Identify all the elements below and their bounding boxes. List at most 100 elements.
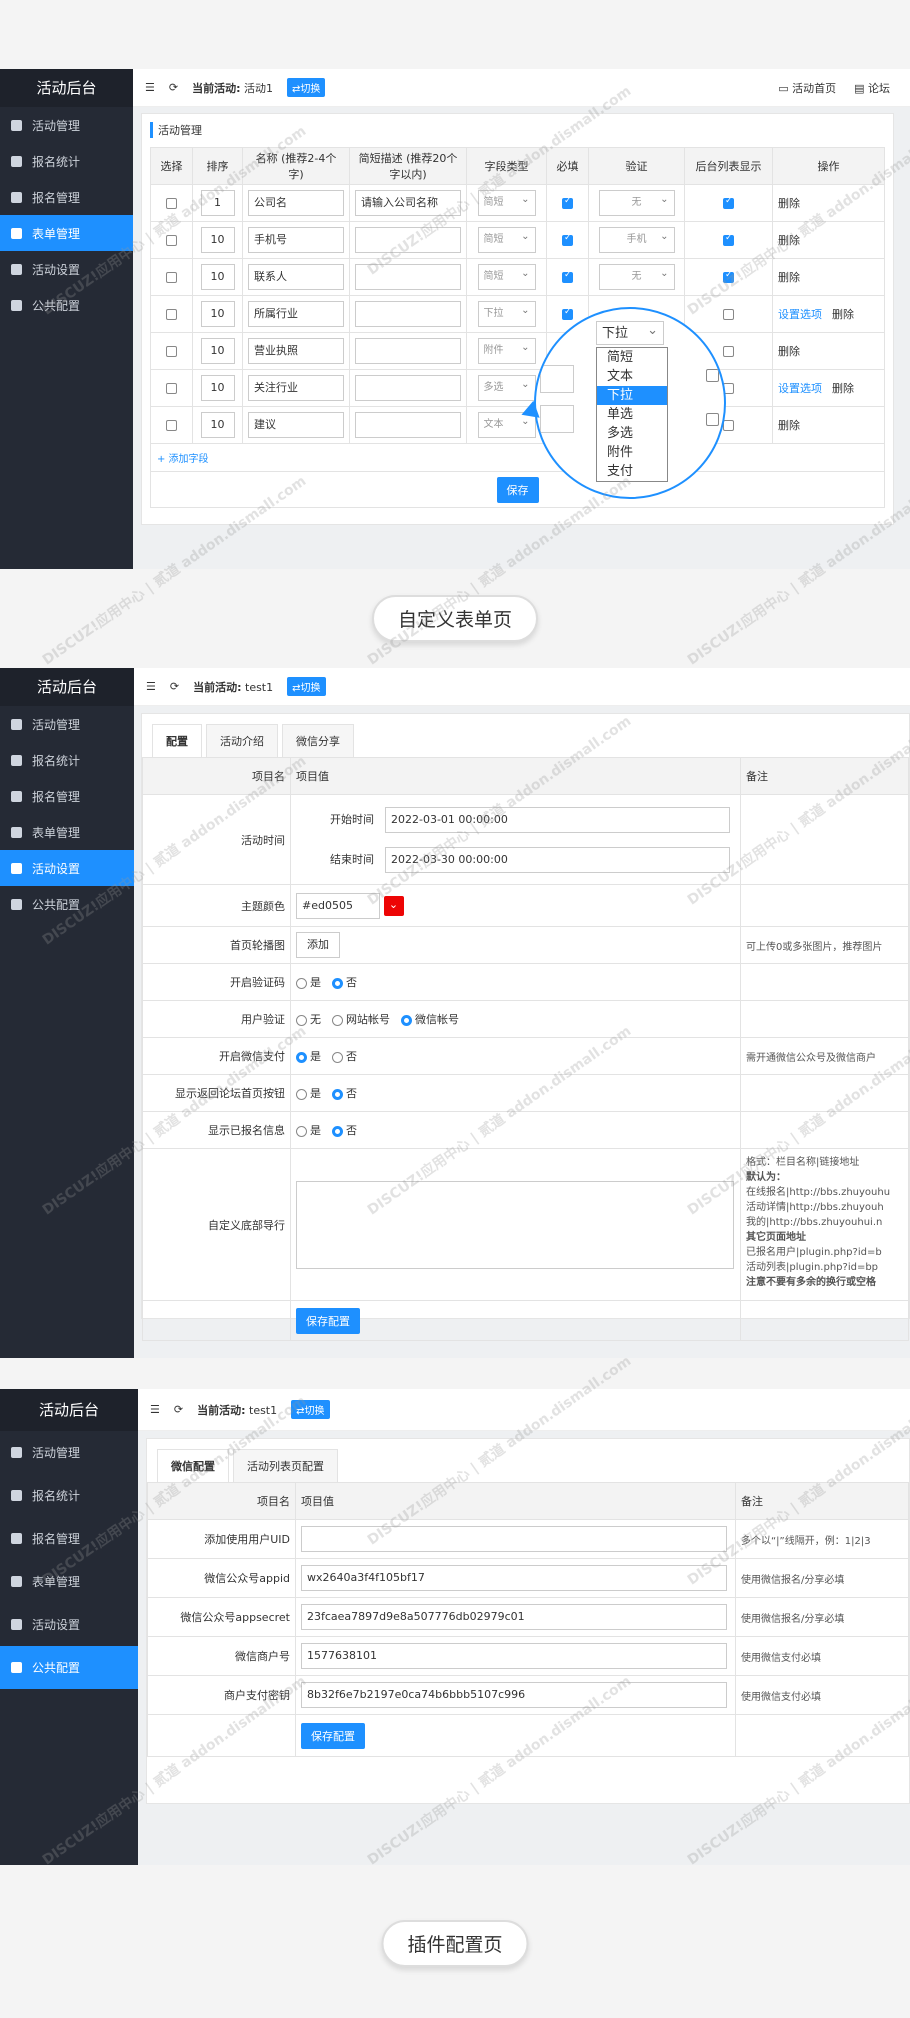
footer-nav-textarea[interactable]: [296, 1180, 734, 1269]
save-button[interactable]: 保存: [496, 477, 539, 503]
row-select-checkbox[interactable]: [166, 346, 177, 357]
sidebar-item-1[interactable]: 报名统计: [0, 143, 133, 179]
zoom-checkbox-1[interactable]: [706, 369, 719, 382]
type-select[interactable]: 下拉: [477, 299, 536, 327]
name-input[interactable]: 营业执照: [248, 338, 344, 364]
save-config-button[interactable]: 保存配置: [296, 1307, 360, 1334]
zoom-checkbox-2[interactable]: [706, 413, 719, 426]
captcha-no[interactable]: [332, 977, 343, 989]
refresh-icon[interactable]: ⟳: [174, 1403, 183, 1416]
zoom-option[interactable]: 支付: [597, 462, 667, 481]
row-select-checkbox[interactable]: [166, 198, 177, 209]
name-input[interactable]: 关注行业: [248, 375, 344, 401]
zoom-option[interactable]: 简短: [597, 348, 667, 367]
show-in-list-checkbox[interactable]: [723, 346, 734, 357]
config-input[interactable]: 1577638101: [301, 1643, 727, 1669]
desc-input[interactable]: [355, 338, 461, 364]
menu-toggle-icon[interactable]: ☰: [145, 81, 155, 94]
order-input[interactable]: 10: [200, 227, 235, 253]
show-in-list-checkbox[interactable]: [723, 233, 734, 246]
theme-color-input[interactable]: #ed0505: [296, 892, 380, 919]
config-input[interactable]: wx2640a3f4f105bf17: [301, 1565, 727, 1591]
name-input[interactable]: 公司名: [248, 190, 344, 216]
forum-link[interactable]: ▤ 论坛: [854, 80, 890, 96]
show-in-list-checkbox[interactable]: [723, 420, 734, 431]
order-input[interactable]: 10: [200, 301, 235, 327]
name-input[interactable]: 建议: [248, 412, 344, 438]
sidebar-item-0[interactable]: 活动管理: [0, 1431, 138, 1474]
add-field-link[interactable]: + 添加字段: [157, 454, 209, 465]
row-select-checkbox[interactable]: [166, 383, 177, 394]
type-select[interactable]: 附件: [477, 336, 536, 364]
sidebar-item-2[interactable]: 报名管理: [0, 1517, 138, 1560]
row-action[interactable]: 删除: [778, 197, 800, 210]
sidebar-item-3[interactable]: 表单管理: [0, 814, 134, 850]
activity-home-link[interactable]: ▭ 活动首页: [778, 80, 836, 96]
sidebar-item-1[interactable]: 报名统计: [0, 1474, 138, 1517]
order-input[interactable]: 10: [200, 375, 235, 401]
tab-1[interactable]: 活动列表页配置: [233, 1449, 338, 1482]
order-input[interactable]: 10: [200, 412, 235, 438]
row-action[interactable]: 删除: [832, 308, 854, 321]
sidebar-item-2[interactable]: 报名管理: [0, 179, 133, 215]
sidebar-item-3[interactable]: 表单管理: [0, 1560, 138, 1603]
sidebar-item-0[interactable]: 活动管理: [0, 706, 134, 742]
row-action[interactable]: 设置选项: [778, 382, 822, 395]
verify-select[interactable]: 无: [598, 262, 675, 290]
required-checkbox[interactable]: [562, 196, 573, 209]
config-input[interactable]: 23fcaea7897d9e8a507776db02979c01: [301, 1604, 727, 1630]
zoom-option[interactable]: 文本: [597, 367, 667, 386]
order-input[interactable]: 10: [200, 338, 235, 364]
zoom-option[interactable]: 单选: [597, 405, 667, 424]
sidebar-item-4[interactable]: 活动设置: [0, 850, 134, 886]
order-input[interactable]: 10: [200, 264, 235, 290]
order-input[interactable]: 1: [200, 190, 235, 216]
sidebar-item-4[interactable]: 活动设置: [0, 1603, 138, 1646]
required-checkbox[interactable]: [562, 233, 573, 246]
row-action[interactable]: 删除: [778, 271, 800, 284]
tab-0[interactable]: 微信配置: [157, 1449, 229, 1482]
name-input[interactable]: 所属行业: [248, 301, 344, 327]
sidebar-item-2[interactable]: 报名管理: [0, 778, 134, 814]
type-select[interactable]: 简短: [477, 225, 536, 253]
row-action[interactable]: 设置选项: [778, 308, 822, 321]
zoom-option[interactable]: 下拉: [597, 386, 667, 405]
row-action[interactable]: 删除: [778, 345, 800, 358]
sidebar-item-0[interactable]: 活动管理: [0, 107, 133, 143]
show-in-list-checkbox[interactable]: [723, 309, 734, 320]
verify-select[interactable]: 无: [598, 188, 675, 216]
sidebar-item-3[interactable]: 表单管理: [0, 215, 133, 251]
row-select-checkbox[interactable]: [166, 420, 177, 431]
show-in-list-checkbox[interactable]: [723, 196, 734, 209]
start-time-input[interactable]: 2022-03-01 00:00:00: [385, 806, 730, 833]
desc-input[interactable]: [355, 375, 461, 401]
tab-2[interactable]: 微信分享: [282, 724, 354, 757]
desc-input[interactable]: [355, 264, 461, 290]
row-select-checkbox[interactable]: [166, 309, 177, 320]
sidebar-item-5[interactable]: 公共配置: [0, 1646, 138, 1689]
switch-button[interactable]: ⇄切换: [291, 1400, 330, 1419]
switch-button[interactable]: ⇄切换: [287, 677, 326, 696]
sidebar-item-4[interactable]: 活动设置: [0, 251, 133, 287]
tab-1[interactable]: 活动介绍: [206, 724, 278, 757]
show-in-list-checkbox[interactable]: [723, 270, 734, 283]
menu-toggle-icon[interactable]: ☰: [150, 1403, 160, 1416]
desc-input[interactable]: [355, 301, 461, 327]
end-time-input[interactable]: 2022-03-30 00:00:00: [385, 846, 730, 873]
sidebar-item-1[interactable]: 报名统计: [0, 742, 134, 778]
row-select-checkbox[interactable]: [166, 272, 177, 283]
sidebar-item-5[interactable]: 公共配置: [0, 886, 134, 922]
desc-input[interactable]: [355, 412, 461, 438]
required-checkbox[interactable]: [562, 270, 573, 283]
color-picker-button[interactable]: ⌄: [383, 895, 404, 916]
type-select[interactable]: 简短: [477, 188, 536, 216]
name-input[interactable]: 手机号: [248, 227, 344, 253]
config-input[interactable]: 8b32f6e7b2197e0ca74b6bbb5107c996: [301, 1682, 727, 1708]
add-banner-button[interactable]: 添加: [296, 932, 340, 958]
save-config-button[interactable]: 保存配置: [301, 1722, 365, 1749]
switch-button[interactable]: ⇄切换: [287, 78, 326, 97]
row-action[interactable]: 删除: [832, 382, 854, 395]
tab-0[interactable]: 配置: [152, 724, 202, 757]
row-action[interactable]: 删除: [778, 419, 800, 432]
refresh-icon[interactable]: ⟳: [170, 680, 179, 693]
